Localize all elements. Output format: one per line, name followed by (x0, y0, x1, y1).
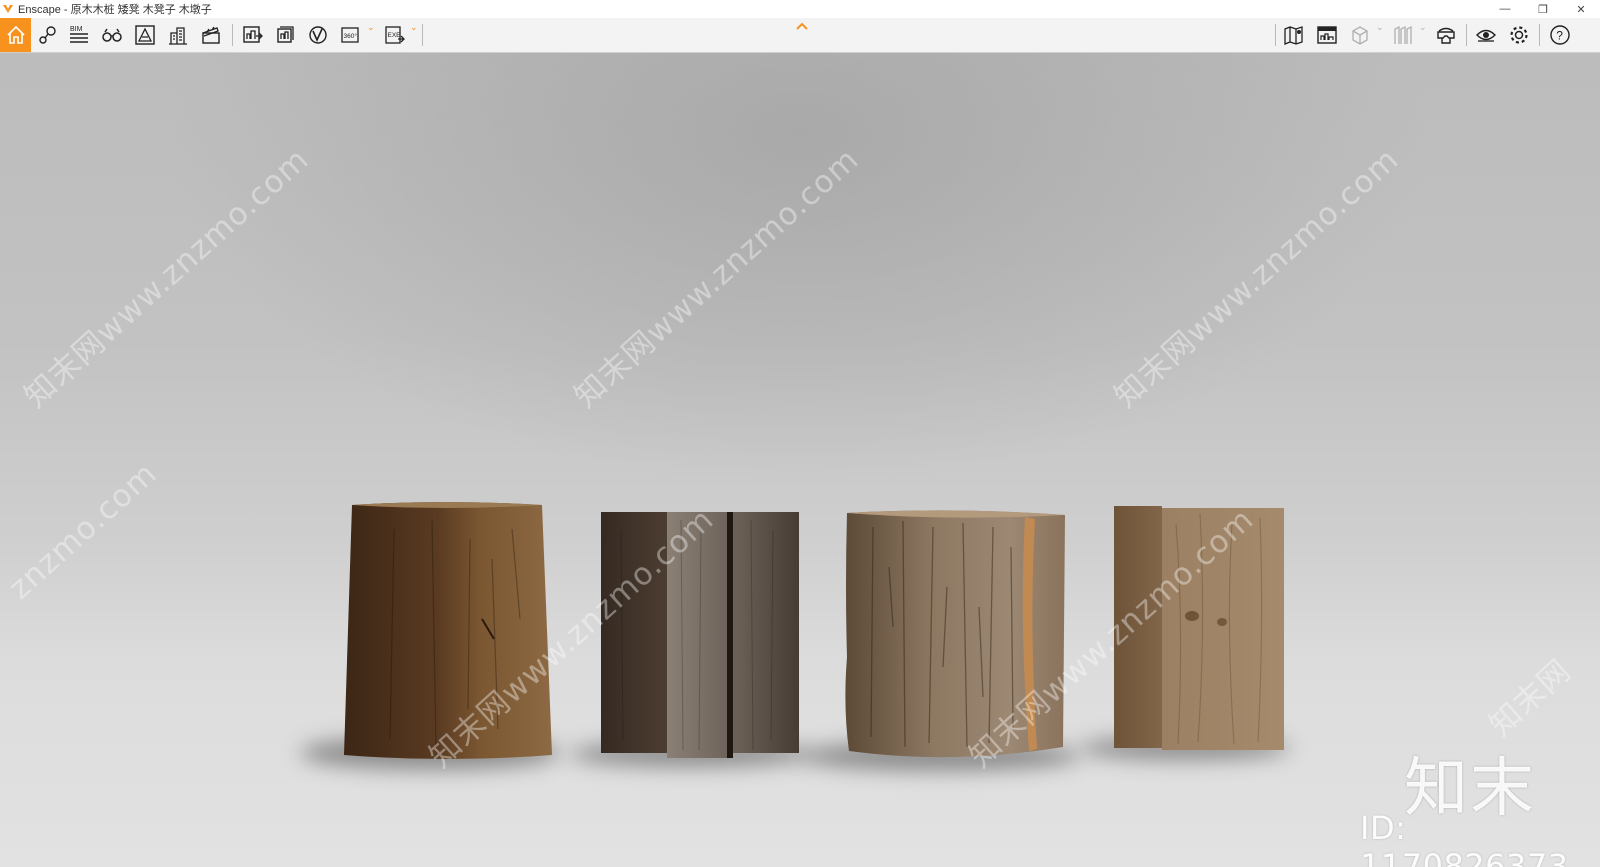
title-bar: Enscape - 原木木桩 矮凳 木凳子 木墩子 — ❐ ✕ (0, 0, 1600, 18)
cube-icon (1352, 26, 1368, 45)
collapse-toolbar-chevron-icon[interactable] (794, 20, 810, 32)
restore-button[interactable]: ❐ (1524, 0, 1562, 18)
exe-export-icon: EXE (385, 26, 405, 44)
minimize-button[interactable]: — (1486, 0, 1524, 18)
settings-button[interactable] (1504, 18, 1534, 52)
buildings-icon (169, 27, 187, 45)
video-path-button[interactable] (33, 18, 63, 52)
exe-export-button[interactable]: EXE (379, 18, 409, 52)
buildings-button[interactable] (163, 18, 193, 52)
close-button[interactable]: ✕ (1562, 0, 1600, 18)
batch-render-button[interactable] (270, 18, 300, 52)
svg-text:?: ? (1556, 29, 1563, 43)
svg-text:BIM: BIM (70, 26, 83, 33)
home-icon (6, 25, 25, 44)
toolbar-separator (422, 24, 423, 46)
atmosphere-icon (135, 25, 155, 45)
watermark-text: znzmo.com (1, 455, 165, 607)
binoculars-icon (102, 28, 122, 42)
toolbar-separator (1275, 24, 1276, 46)
toolbar-separator (1466, 24, 1467, 46)
asset-library-button[interactable] (1388, 18, 1418, 52)
vr-headset-icon (1437, 27, 1455, 44)
map-icon (1284, 26, 1303, 45)
export-dropdown-chevron-icon[interactable]: ⌄ (410, 22, 418, 33)
svg-text:360°: 360° (344, 32, 358, 40)
video-path-icon (39, 26, 56, 44)
cube-dropdown-chevron-icon[interactable]: ⌄ (1376, 22, 1384, 33)
eye-icon (1476, 29, 1496, 42)
web-standalone-button[interactable] (303, 18, 333, 52)
web-standalone-icon (309, 26, 327, 44)
watermark-id: ID: 1170826373 (1360, 809, 1569, 867)
render-screenshot-icon (243, 26, 263, 43)
svg-text:EXE: EXE (388, 32, 402, 39)
visual-settings-button[interactable] (1471, 18, 1501, 52)
binoculars-button[interactable] (97, 18, 127, 52)
watermark-text: 知末网 (1482, 652, 1579, 744)
info-panel-icon (1317, 26, 1337, 44)
vr-headset-button[interactable] (1431, 18, 1461, 52)
render-screenshot-button[interactable] (238, 18, 268, 52)
split-plank-block-stool (601, 512, 799, 758)
home-button[interactable] (0, 18, 31, 52)
asset-dropdown-chevron-icon[interactable]: ⌄ (1419, 22, 1427, 33)
help-button[interactable]: ? (1545, 18, 1575, 52)
info-panel-button[interactable] (1312, 18, 1342, 52)
batch-render-icon (277, 26, 294, 43)
bim-icon: BIM (70, 26, 88, 43)
enscape-logo-icon (3, 5, 13, 13)
render-viewport[interactable]: 知末网www.znzmo.com 知末网www.znzmo.com 知末网www… (0, 53, 1600, 867)
watermark-text: 知末网www.znzmo.com (567, 141, 866, 415)
settings-icon (1510, 26, 1528, 44)
clapper-icon (202, 26, 220, 44)
panorama-dropdown-chevron-icon[interactable]: ⌄ (367, 22, 375, 33)
watermark-text: 知末网www.znzmo.com (1107, 141, 1406, 415)
atmosphere-button[interactable] (130, 18, 160, 52)
toolbar-separator (232, 24, 233, 46)
panorama-360-icon: 360° (341, 27, 359, 43)
watermark-text: 知末网www.znzmo.com (17, 141, 316, 415)
window-controls: — ❐ ✕ (1486, 0, 1600, 18)
map-button[interactable] (1279, 18, 1309, 52)
cube-button[interactable] (1345, 18, 1375, 52)
main-toolbar: BIM 360° ⌄ EXE ⌄ ⌄ ⌄ ? (0, 18, 1600, 53)
help-icon: ? (1550, 25, 1570, 45)
toolbar-separator (1539, 24, 1540, 46)
panorama-360-button[interactable]: 360° (336, 18, 366, 52)
bim-button[interactable]: BIM (64, 18, 94, 52)
window-title: Enscape - 原木木桩 矮凳 木凳子 木墩子 (18, 4, 212, 16)
clapper-button[interactable] (196, 18, 226, 52)
asset-library-icon (1394, 25, 1412, 44)
